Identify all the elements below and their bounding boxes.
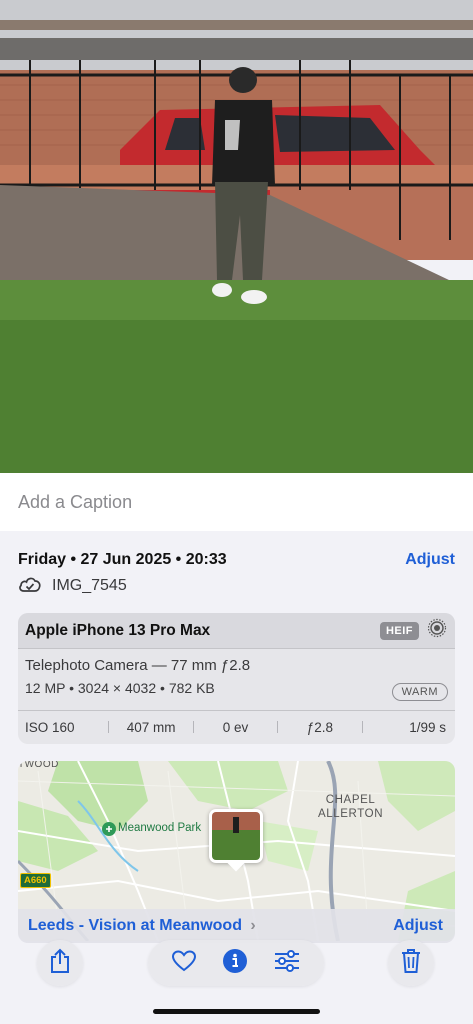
map-label-area: CHAPEL ALLERTON [318,793,383,821]
adjust-location-button[interactable]: Adjust [393,917,443,935]
pin-thumbnail [212,812,260,860]
map-label-partial: TWOOD [18,761,59,770]
share-icon [49,948,71,979]
home-indicator[interactable] [153,1009,320,1014]
location-row[interactable]: Leeds - Vision at Meanwood › Adjust [18,909,455,943]
action-group [148,940,324,986]
exif-row: ISO 160 407 mm 0 ev ƒ2.8 1/99 s [18,711,455,743]
exif-exposure: 0 ev [222,719,249,735]
file-row: IMG_7545 [18,575,127,597]
photographic-style-badge: WARM [391,683,448,701]
caption-field[interactable]: Add a Caption [0,473,473,531]
icloud-icon [18,575,42,598]
exif-focal-length: 407 mm [126,719,176,735]
info-button[interactable] [222,948,248,979]
road-shield: A660 [20,873,51,888]
exif-shutter: 1/99 s [409,719,447,735]
share-button[interactable] [37,940,83,986]
caption-placeholder: Add a Caption [18,491,133,512]
favorite-button[interactable] [171,949,197,978]
exif-iso: ISO 160 [25,719,75,735]
delete-button[interactable] [388,940,434,986]
info-icon [222,948,248,978]
live-photo-icon[interactable] [427,618,447,643]
location-name-text: Leeds - Vision at Meanwood [28,917,242,934]
device-name: Apple iPhone 13 Pro Max [25,621,211,639]
camera-info-card: Apple iPhone 13 Pro Max HEIF Telephoto C… [18,613,455,744]
exif-aperture: ƒ2.8 [306,719,334,735]
map-label-area-line1: CHAPEL [325,794,376,806]
location-name[interactable]: Leeds - Vision at Meanwood › [28,917,256,935]
map-label-park: Meanwood Park [118,822,202,834]
file-name: IMG_7545 [52,577,127,594]
map-label-area-line2: ALLERTON [318,808,384,820]
lens-info: Telephoto Camera — 77 mm ƒ2.8 [25,657,251,674]
photo-image[interactable] [0,0,473,473]
trash-icon [400,948,422,979]
date-row: Friday • 27 Jun 2025 • 20:33 Adjust [18,549,455,571]
heart-icon [171,949,197,977]
photo-location-pin[interactable] [209,809,263,872]
format-badge: HEIF [379,621,419,640]
photo-detail-screen: Add a Caption Friday • 27 Jun 2025 • 20:… [0,0,473,1024]
sliders-icon [273,949,301,977]
camera-card-header: Apple iPhone 13 Pro Max HEIF [18,613,455,649]
lens-details: Telephoto Camera — 77 mm ƒ2.8 12 MP • 30… [18,649,455,711]
edit-button[interactable] [273,949,301,978]
date-time: Friday • 27 Jun 2025 • 20:33 [18,551,227,568]
adjust-date-button[interactable]: Adjust [405,551,455,569]
image-specs: 12 MP • 3024 × 4032 • 782 KB [25,680,215,696]
chevron-right-icon: › [250,917,256,934]
